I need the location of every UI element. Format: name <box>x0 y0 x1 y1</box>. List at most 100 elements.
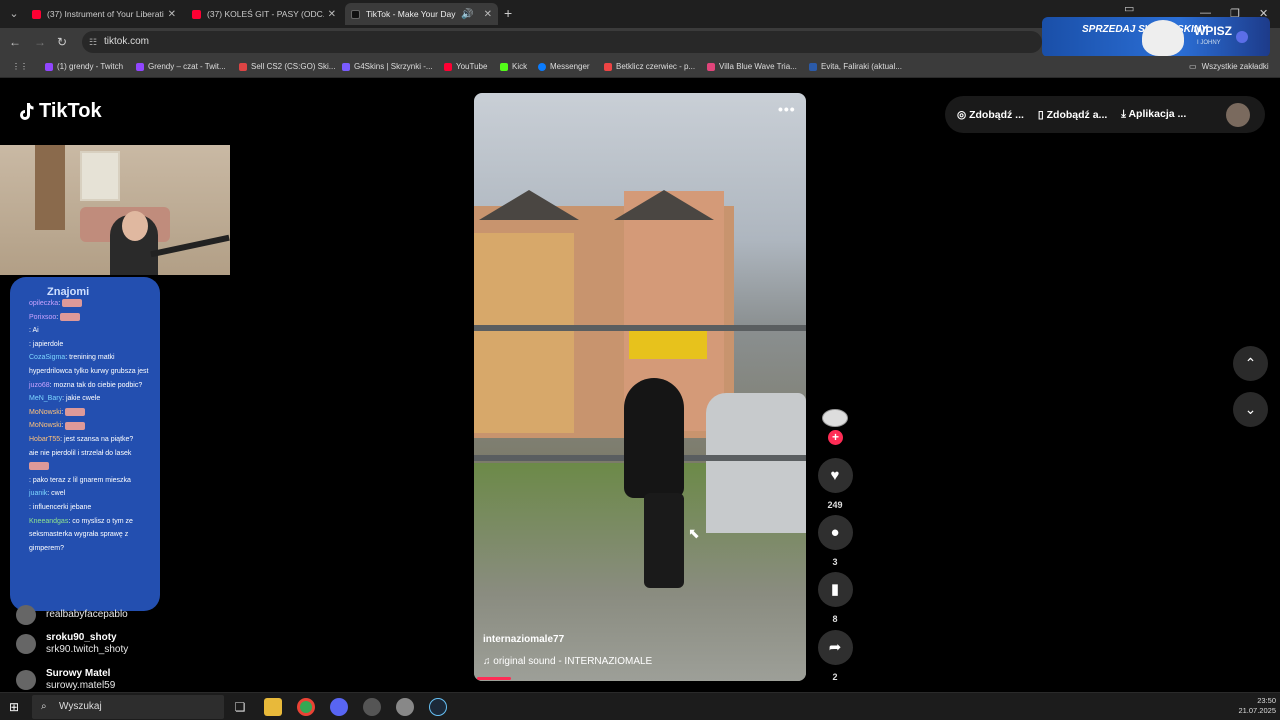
follow-plus-icon[interactable]: + <box>828 430 843 445</box>
avatar <box>16 605 36 625</box>
bookmark-label: YouTube <box>456 62 488 71</box>
apps-icon[interactable]: ⋮⋮ <box>12 62 28 71</box>
topbar-label: Aplikacja ... <box>1128 108 1187 120</box>
download-app-button[interactable]: ⤓ Aplikacja ... <box>1121 108 1186 121</box>
more-options-icon[interactable]: ••• <box>778 101 796 117</box>
streamer-head <box>122 211 148 241</box>
twitch-icon <box>136 62 144 71</box>
tab-youtube-1[interactable]: (37) Instrument of Your Liberati ✕ <box>26 3 182 25</box>
video-username[interactable]: internaziomale77 <box>483 634 564 645</box>
tiktok-icon <box>351 9 360 19</box>
creator-avatar[interactable]: + <box>822 409 848 445</box>
site-info-icon[interactable]: ☷ <box>89 31 97 53</box>
bookmark-5[interactable]: Kick <box>500 62 527 71</box>
profile-avatar[interactable] <box>1226 102 1250 127</box>
chevron-down-icon: ⌄ <box>1244 401 1257 417</box>
close-icon[interactable]: ✕ <box>328 9 336 20</box>
bookmarks-bar: ⋮⋮ (1) grendy - Twitch Grendy – czat - T… <box>0 56 1280 78</box>
mouse-cursor-icon: ⬉ <box>688 525 700 541</box>
windows-taskbar: ⊞ ⌕ Wyszukaj ❏ 23:50 21.07.2025 <box>0 692 1280 720</box>
reload-icon[interactable]: ↻ <box>57 35 67 49</box>
forward-icon[interactable]: → <box>34 35 46 49</box>
chat-text: : cwel <box>47 490 66 498</box>
share-button[interactable]: ➦ 2 <box>817 630 853 682</box>
chat-text: : <box>58 300 61 307</box>
bookmark-3[interactable]: G4Skins | Skrzynki -... <box>342 62 433 71</box>
bookmark-label: Villa Blue Wave Tria... <box>719 62 797 71</box>
new-tab-button[interactable]: + <box>504 5 512 21</box>
audio-icon[interactable]: 🔊 <box>461 9 473 20</box>
video-sound[interactable]: ♫ original sound - INTERNAZIOMALE <box>483 656 652 667</box>
tiktok-logo[interactable]: TikTok <box>18 100 102 123</box>
close-icon[interactable]: ✕ <box>168 9 176 20</box>
task-view-icon[interactable]: ❏ <box>231 698 249 716</box>
folder-icon: ▭ <box>1189 62 1197 71</box>
tab-youtube-2[interactable]: (37) KOLEŚ GIT - PASY (ODC. 1 ✕ <box>186 3 342 25</box>
url-field[interactable]: ☷ tiktok.com <box>82 31 1042 53</box>
bookmark-1[interactable]: Grendy – czat - Twit... <box>136 62 226 71</box>
windows-start-icon[interactable]: ⊞ <box>9 700 23 714</box>
chat-message: aie nie pierdolil i strzelał do lasek <box>29 447 152 474</box>
chat-message: Kneeandgas: co myslisz o tym ze seksmast… <box>29 515 152 556</box>
cast-icon[interactable]: ▭ <box>1124 2 1134 15</box>
site-icon <box>239 62 247 71</box>
all-bookmarks[interactable]: ▭ Wszystkie zakładki <box>1189 62 1269 71</box>
kick-icon <box>500 62 508 71</box>
chrome-icon[interactable] <box>297 698 315 716</box>
back-icon[interactable]: ← <box>9 35 21 49</box>
bookmark-9[interactable]: Evita, Faliraki (aktual... <box>809 62 902 71</box>
steam-icon[interactable] <box>429 698 447 716</box>
comment-button[interactable]: ● 3 <box>817 515 853 567</box>
bookmark-label: Messenger <box>550 62 590 71</box>
bookmark-2[interactable]: Sell CS2 (CS:GO) Ski... <box>239 62 335 71</box>
file-explorer-icon[interactable] <box>264 698 282 716</box>
like-count: 249 <box>827 500 843 510</box>
topbar-label: Zdobądź ... <box>969 108 1024 121</box>
search-placeholder: Wyszukaj <box>59 701 102 712</box>
bookmark-0[interactable]: (1) grendy - Twitch <box>45 62 123 71</box>
taskbar-search[interactable]: ⌕ Wyszukaj <box>32 695 224 719</box>
save-button[interactable]: ▮ 8 <box>817 572 853 624</box>
system-clock[interactable]: 23:50 21.07.2025 <box>1232 696 1276 716</box>
twitch-icon <box>45 62 53 71</box>
get-coins-button[interactable]: ◎ Zdobądź ... <box>957 109 1024 121</box>
bookmark-7[interactable]: Betklicz czerwiec - p... <box>604 62 695 71</box>
app-icon[interactable] <box>363 698 381 716</box>
logo-text: TikTok <box>39 100 102 122</box>
next-video-button[interactable]: ⌄ <box>1233 392 1268 427</box>
chat-username: MoNowski <box>29 408 62 416</box>
avatar <box>16 634 36 654</box>
previous-video-button[interactable]: ⌃ <box>1233 346 1268 381</box>
emote-icon <box>65 407 86 416</box>
tab-search-icon[interactable]: ⌄ <box>6 6 22 22</box>
chat-text: : <box>56 313 59 321</box>
like-button[interactable]: ♥ 249 <box>817 458 853 510</box>
bookmark-4[interactable]: YouTube <box>444 62 487 71</box>
video-progress-bar[interactable] <box>477 677 511 680</box>
chat-text: : pako teraz z lil gnarem mieszka <box>29 476 131 484</box>
bookmark-6[interactable]: Messenger <box>538 62 590 71</box>
chat-username: CozaSigma <box>29 354 66 362</box>
following-name: sroku90_shoty <box>46 632 117 643</box>
stream-chat-overlay: Znajomi opileczka: Porixsoo: : Ai: japie… <box>10 277 160 611</box>
bookmark-8[interactable]: Villa Blue Wave Tria... <box>707 62 797 71</box>
tab-tiktok[interactable]: TikTok - Make Your Day 🔊 ✕ <box>345 3 498 25</box>
emote-icon <box>29 462 49 471</box>
chat-username: juzo68 <box>29 381 50 389</box>
discord-icon[interactable] <box>330 698 348 716</box>
video-player[interactable]: ••• internaziomale77 ♫ original sound - … <box>474 93 806 681</box>
chat-username: MeN_Bary <box>29 395 63 403</box>
bookmark-label: Grendy – czat - Twit... <box>148 62 226 71</box>
profile-icon[interactable] <box>1236 31 1248 43</box>
bookmark-label: Kick <box>512 62 528 71</box>
following-name: Surowy Matel <box>46 668 111 679</box>
get-app-button[interactable]: ▯ Zdobądź a... <box>1038 109 1107 121</box>
chat-message: HobarT55: jest szansa na piątke? <box>29 433 152 447</box>
sound-label: original sound - INTERNAZIOMALE <box>493 656 653 667</box>
app-icon[interactable] <box>396 698 414 716</box>
person-legs <box>644 493 684 588</box>
ad-cta: WPISZ <box>1194 24 1232 38</box>
following-id: srk90.twitch_shoty <box>46 644 129 655</box>
close-icon[interactable]: ✕ <box>484 9 492 20</box>
chat-message: MeN_Bary: jakie cwele <box>29 392 152 406</box>
